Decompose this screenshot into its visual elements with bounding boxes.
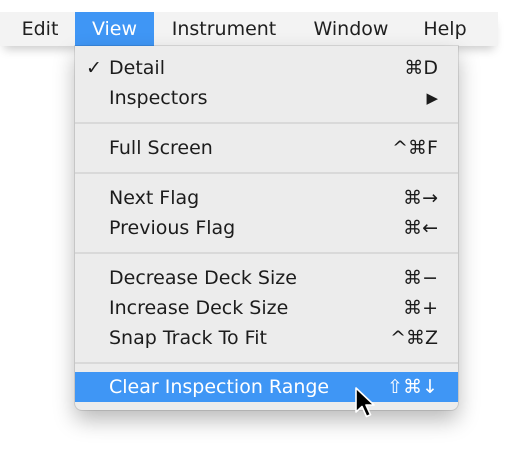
menu-item-label: Decrease Deck Size [109, 267, 297, 289]
menubar-item-label: View [91, 18, 138, 40]
menu-bar: Edit View Instrument Window Help [0, 12, 498, 46]
menu-item-label: Clear Inspection Range [109, 376, 330, 398]
menu-item-previous-flag[interactable]: Previous Flag ⌘← [75, 213, 458, 243]
menu-item-full-screen[interactable]: Full Screen ^⌘F [75, 133, 458, 163]
view-dropdown-menu: ✓ Detail ⌘D Inspectors ▶ Full Screen ^⌘F… [75, 46, 458, 410]
menu-item-increase-deck-size[interactable]: Increase Deck Size ⌘+ [75, 293, 458, 323]
menu-item-label: Inspectors [109, 87, 208, 109]
shortcut-label: ^⌘F [392, 137, 438, 159]
menu-separator [75, 122, 458, 124]
menubar-item-label: Edit [21, 18, 59, 40]
menubar-item-help[interactable]: Help [410, 12, 480, 46]
menubar-item-label: Help [423, 18, 467, 40]
menu-item-inspectors[interactable]: Inspectors ▶ [75, 83, 458, 113]
menu-separator [75, 252, 458, 254]
menubar-item-view[interactable]: View [75, 12, 154, 46]
shortcut-label: ⇧⌘↓ [387, 376, 438, 398]
menubar-item-label: Instrument [171, 18, 277, 40]
menu-item-label: Increase Deck Size [109, 297, 289, 319]
menu-separator [75, 362, 458, 364]
menubar-item-edit[interactable]: Edit [10, 12, 70, 46]
shortcut-label: ⌘← [403, 217, 438, 239]
menu-item-label: Snap Track To Fit [109, 327, 267, 349]
menu-item-label: Full Screen [109, 137, 213, 159]
menubar-item-label: Window [313, 18, 389, 40]
checkmark-icon: ✓ [86, 57, 102, 79]
shortcut-label: ⌘→ [403, 187, 438, 209]
menu-item-decrease-deck-size[interactable]: Decrease Deck Size ⌘− [75, 263, 458, 293]
shortcut-label: ⌘D [404, 57, 438, 79]
menu-item-label: Detail [109, 57, 165, 79]
shortcut-label: ⌘+ [403, 297, 438, 319]
shortcut-label: ⌘− [403, 267, 438, 289]
arrow-cursor-icon [355, 387, 375, 418]
menu-item-label: Next Flag [109, 187, 200, 209]
menubar-item-window[interactable]: Window [299, 12, 403, 46]
menubar-item-instrument[interactable]: Instrument [157, 12, 291, 46]
menu-item-clear-inspection-range[interactable]: Clear Inspection Range ⇧⌘↓ [75, 372, 458, 402]
menu-separator [75, 172, 458, 174]
menu-item-detail[interactable]: ✓ Detail ⌘D [75, 53, 458, 83]
menu-item-next-flag[interactable]: Next Flag ⌘→ [75, 183, 458, 213]
menu-item-label: Previous Flag [109, 217, 236, 239]
shortcut-label: ^⌘Z [390, 327, 438, 349]
menu-item-snap-track-to-fit[interactable]: Snap Track To Fit ^⌘Z [75, 323, 458, 353]
submenu-arrow-icon: ▶ [426, 89, 438, 107]
